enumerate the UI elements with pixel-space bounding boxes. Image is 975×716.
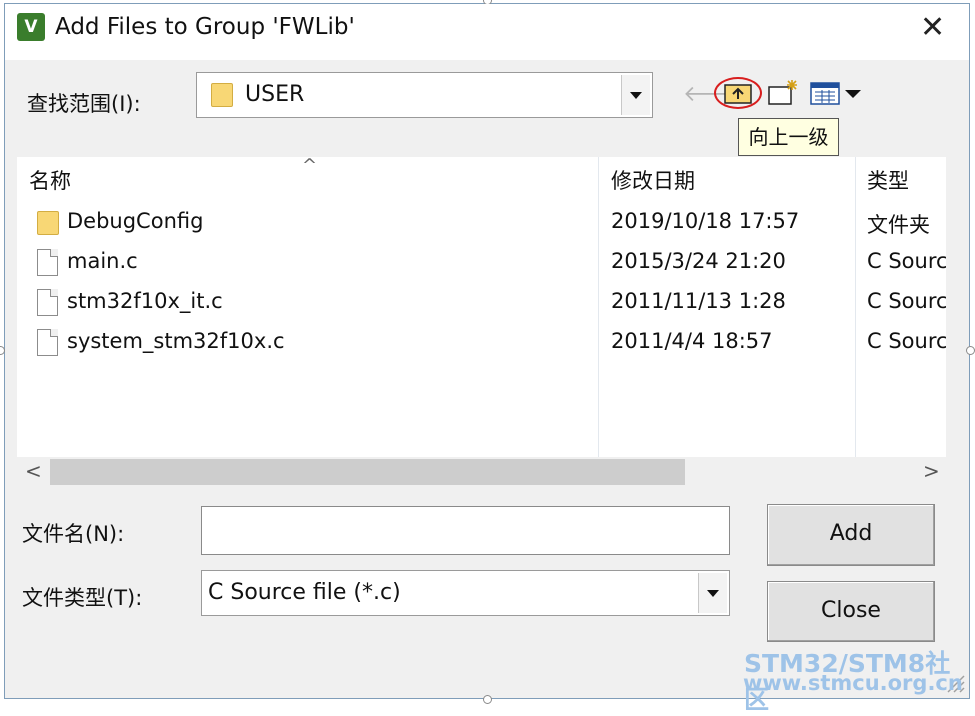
app-icon: V — [17, 13, 45, 41]
new-folder-icon[interactable] — [768, 78, 800, 106]
look-in-value: USER — [245, 82, 305, 107]
scroll-right-arrow-icon[interactable]: > — [923, 459, 940, 483]
look-in-label: 查找范围(I): — [27, 92, 141, 116]
window-title: Add Files to Group 'FWLib' — [55, 14, 355, 40]
file-type-dropdown[interactable]: C Source file (*.c) — [201, 570, 730, 616]
file-list[interactable]: ^ 名称 修改日期 类型 DebugConfig 2019/10/18 17:5… — [17, 155, 946, 457]
file-type-cell: C Source — [867, 249, 946, 273]
watermark-line2: www.stmcu.org.cn — [743, 671, 963, 695]
file-type-value: C Source file (*.c) — [208, 580, 401, 605]
file-name-cell[interactable]: main.c — [67, 249, 138, 273]
sort-ascending-icon: ^ — [302, 155, 318, 176]
column-header-date[interactable]: 修改日期 — [611, 165, 695, 195]
file-type-cell: C Source — [867, 289, 946, 313]
file-date-cell: 2015/3/24 21:20 — [611, 249, 786, 273]
file-type-cell: 文件夹 — [867, 213, 930, 237]
close-window-icon[interactable]: ✕ — [920, 13, 945, 43]
file-type-cell: C Source — [867, 329, 946, 353]
chevron-down-icon[interactable] — [621, 75, 650, 115]
file-name-label: 文件名(N): — [22, 522, 125, 546]
horizontal-scrollbar[interactable]: < > — [17, 457, 946, 487]
look-in-dropdown[interactable]: USER — [196, 72, 653, 118]
column-divider — [855, 157, 856, 457]
up-one-level-icon[interactable] — [724, 82, 752, 104]
file-name-cell[interactable]: stm32f10x_it.c — [67, 289, 223, 313]
file-icon — [37, 289, 58, 316]
view-menu-icon[interactable] — [810, 82, 864, 106]
file-name-cell[interactable]: system_stm32f10x.c — [67, 329, 285, 353]
chevron-down-icon[interactable] — [698, 573, 727, 613]
column-divider — [598, 157, 599, 457]
file-name-cell[interactable]: DebugConfig — [67, 209, 203, 233]
column-header-name[interactable]: 名称 — [29, 165, 71, 195]
file-date-cell: 2011/11/13 1:28 — [611, 289, 786, 313]
up-one-level-tooltip: 向上一级 — [738, 118, 839, 156]
file-date-cell: 2011/4/4 18:57 — [611, 329, 773, 353]
resize-handle-right[interactable] — [966, 346, 975, 355]
file-name-input[interactable] — [201, 506, 730, 555]
file-type-label: 文件类型(T): — [22, 586, 143, 610]
close-button[interactable]: Close — [767, 581, 935, 642]
folder-icon — [211, 83, 233, 107]
file-icon — [37, 249, 58, 276]
file-icon — [37, 329, 58, 356]
file-date-cell: 2019/10/18 17:57 — [611, 209, 800, 233]
add-button[interactable]: Add — [767, 504, 935, 566]
scroll-thumb[interactable] — [50, 459, 685, 485]
folder-icon — [37, 211, 59, 235]
scroll-left-arrow-icon[interactable]: < — [25, 459, 42, 483]
column-header-type[interactable]: 类型 — [867, 165, 909, 195]
